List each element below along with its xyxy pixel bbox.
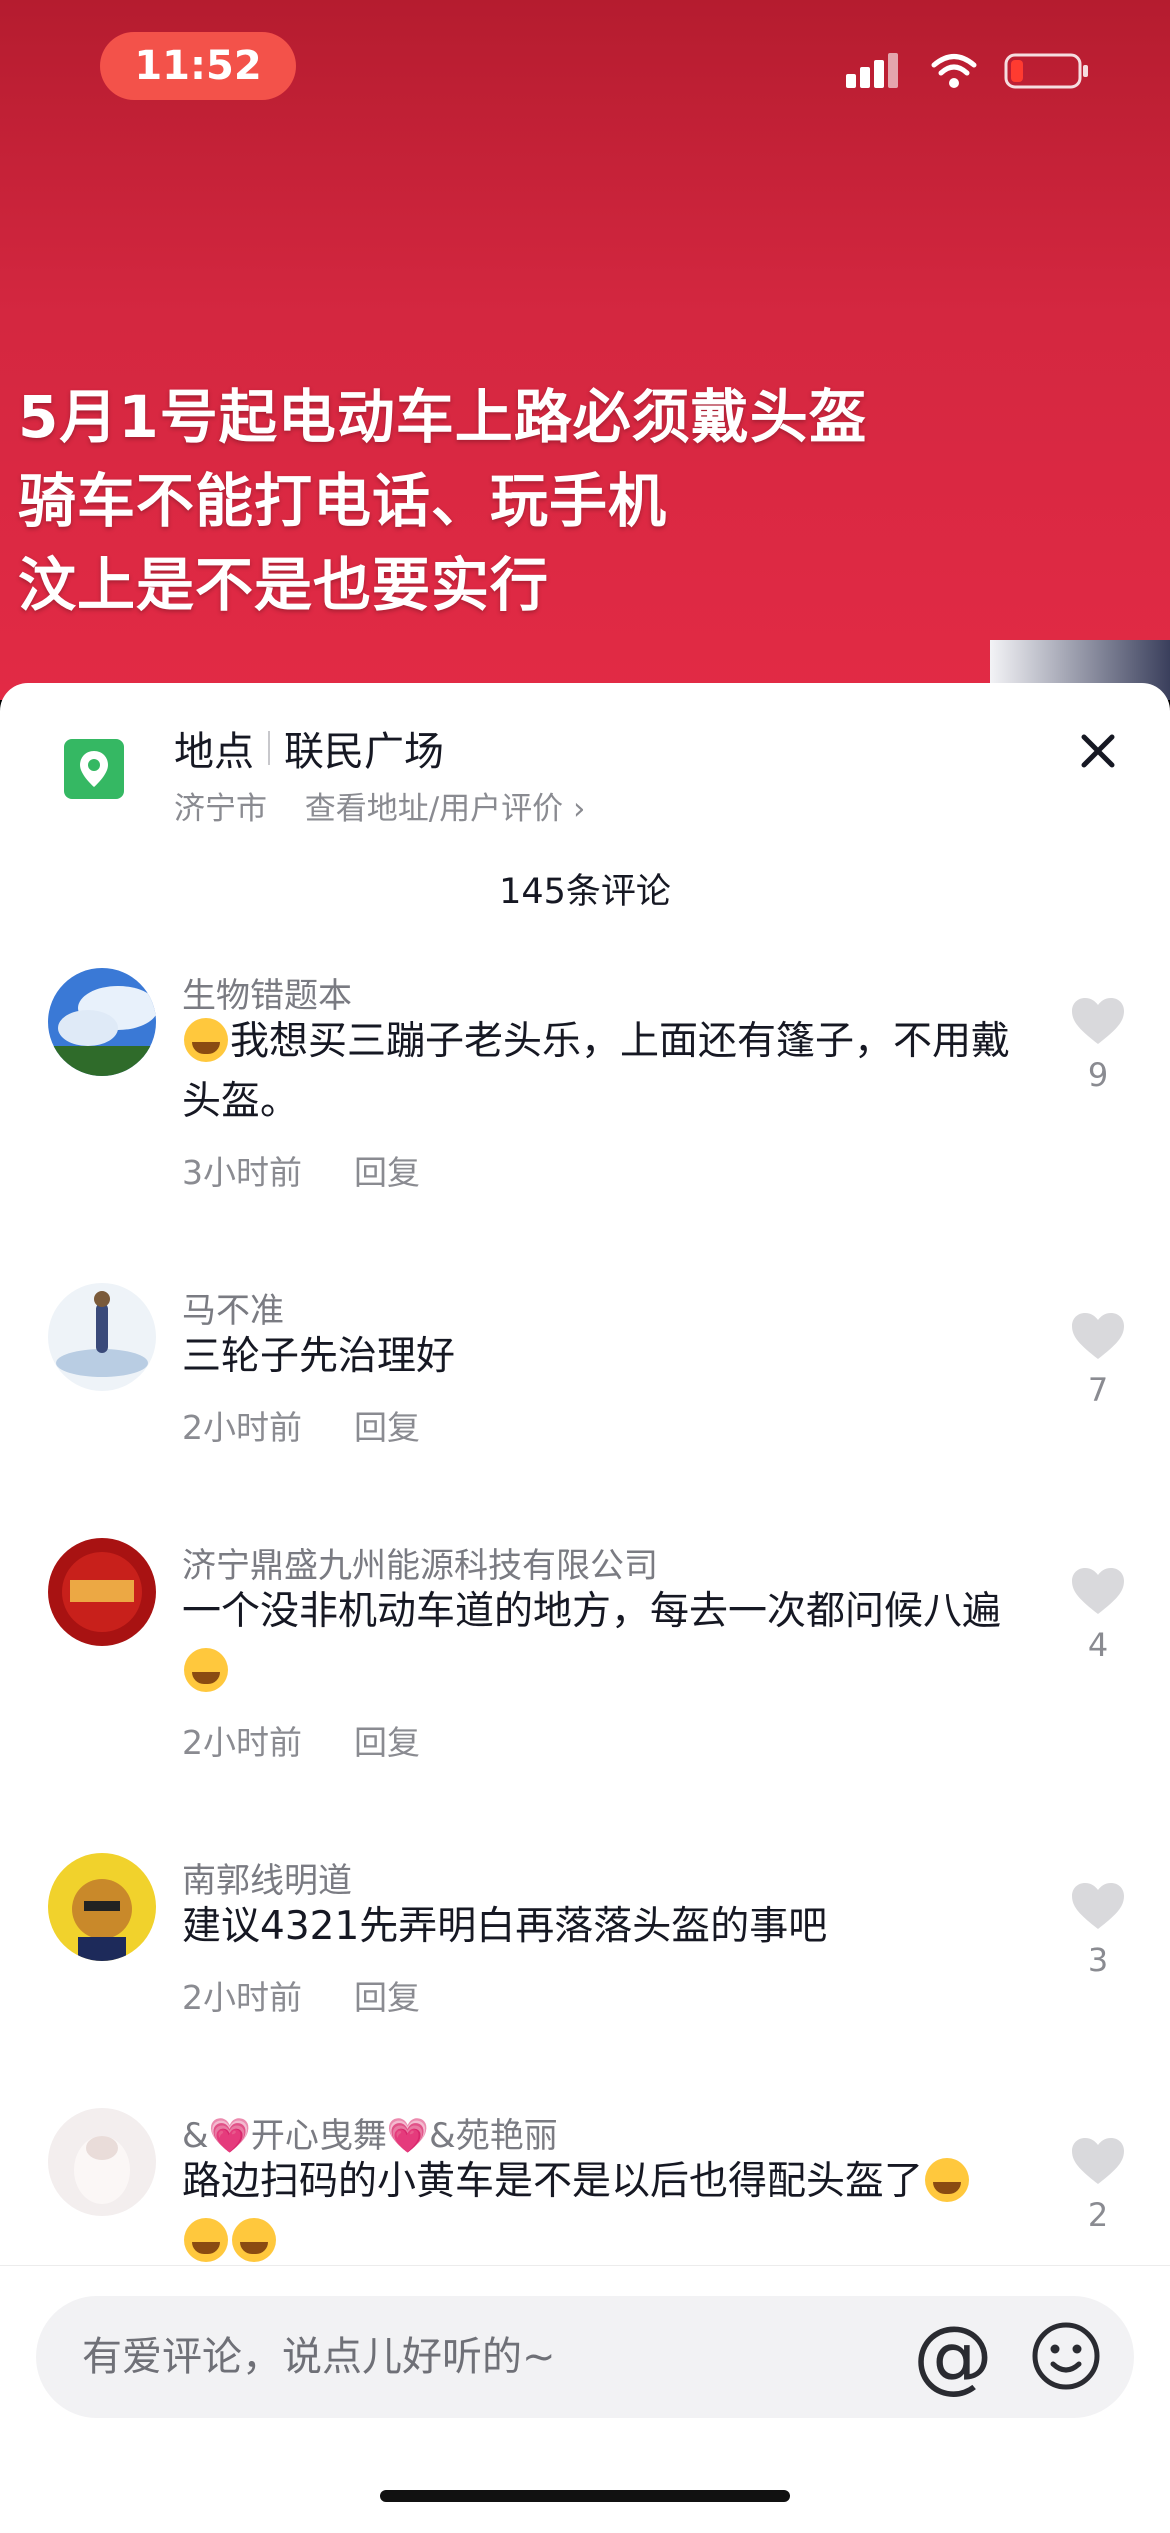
comment-time: 3小时前 xyxy=(182,1153,302,1192)
battery-icon xyxy=(1004,53,1088,89)
comment-input[interactable]: 有爱评论，说点儿好听的~ @ xyxy=(36,2296,1134,2418)
avatar[interactable] xyxy=(48,1853,156,1961)
comment-text: 三轮子先治理好 xyxy=(182,1334,456,1379)
like-button[interactable]: 4 xyxy=(1068,1566,1128,1664)
comment-author[interactable]: 生物错题本 xyxy=(182,968,352,1017)
comment-text: 路边扫码的小黄车是不是以后也得配头盔了 xyxy=(182,2152,1012,2268)
comment-time: 2小时前 xyxy=(182,1408,302,1447)
video-headline: 5月1号起电动车上路必须戴头盔 骑车不能打电话、玩手机 汶上是不是也要实行 xyxy=(18,383,868,619)
wifi-icon xyxy=(931,54,977,88)
location-divider xyxy=(268,731,270,765)
like-count: 9 xyxy=(1087,1056,1109,1094)
video-background[interactable]: 5月1号起电动车上路必须戴头盔 骑车不能打电话、玩手机 汶上是不是也要实行 xyxy=(0,0,1170,700)
avatar[interactable] xyxy=(48,1538,156,1646)
comment-time: 2小时前 xyxy=(182,1723,302,1762)
comment-item: &💗开心曳舞💗&苑艳丽 路边扫码的小黄车是不是以后也得配头盔了 2 xyxy=(0,2108,1170,2268)
like-button[interactable]: 2 xyxy=(1068,2136,1128,2234)
comment-meta: 2小时前 回复 xyxy=(182,1716,420,1764)
comment-meta: 3小时前 回复 xyxy=(182,1146,420,1194)
reply-button[interactable]: 回复 xyxy=(354,1401,420,1449)
laughing-emoji-icon xyxy=(232,2218,276,2262)
heart-icon xyxy=(1072,1568,1124,1614)
like-count: 4 xyxy=(1087,1626,1109,1664)
comment-author[interactable]: 马不准 xyxy=(182,1283,284,1332)
laughing-emoji-icon xyxy=(184,2218,228,2262)
comment-count: 145条评论 xyxy=(499,872,671,912)
home-indicator[interactable] xyxy=(380,2490,790,2502)
reply-button[interactable]: 回复 xyxy=(354,1146,420,1194)
avatar[interactable] xyxy=(48,1283,156,1391)
heart-icon xyxy=(1072,1313,1124,1359)
comment-author[interactable]: 南郭线明道 xyxy=(182,1853,352,1902)
like-count: 3 xyxy=(1087,1941,1109,1979)
comment-sheet: 地点 联民广场 济宁市 查看地址/用户评价 › 145条评论 生物错题本 我想买… xyxy=(0,683,1170,2532)
comment-text: 我想买三蹦子老头乐，上面还有篷子，不用戴头盔。 xyxy=(182,1018,1011,1124)
location-city: 济宁市 xyxy=(174,791,267,827)
comment-item: 南郭线明道 建议4321先弄明白再落落头盔的事吧 2小时前 回复 3 xyxy=(0,1853,1170,2093)
like-count: 2 xyxy=(1087,2196,1109,2234)
reply-button[interactable]: 回复 xyxy=(354,1971,420,2019)
status-time: 11:52 xyxy=(100,32,296,100)
close-icon[interactable] xyxy=(1070,723,1126,779)
comment-item: 马不准 三轮子先治理好 2小时前 回复 7 xyxy=(0,1283,1170,1523)
laughing-emoji-icon xyxy=(925,2158,970,2202)
avatar[interactable] xyxy=(48,2108,156,2216)
location-label: 地点 xyxy=(174,729,254,775)
at-icon[interactable]: @ xyxy=(906,2310,1000,2404)
location-title[interactable]: 地点 联民广场 xyxy=(174,719,444,777)
location-pin-icon[interactable] xyxy=(64,739,124,799)
like-button[interactable]: 9 xyxy=(1068,996,1128,1094)
like-button[interactable]: 3 xyxy=(1068,1881,1128,1979)
laughing-emoji-icon xyxy=(184,1648,228,1692)
status-icons xyxy=(846,52,1090,90)
comment-meta: 2小时前 回复 xyxy=(182,1971,420,2019)
avatar[interactable] xyxy=(48,968,156,1076)
comment-meta: 2小时前 回复 xyxy=(182,1401,420,1449)
comment-item: 济宁鼎盛九州能源科技有限公司 一个没非机动车道的地方，每去一次都问候八遍 2小时… xyxy=(0,1538,1170,1838)
heart-icon xyxy=(1072,998,1124,1044)
comment-input-placeholder: 有爱评论，说点儿好听的~ xyxy=(82,2334,556,2380)
comment-time: 2小时前 xyxy=(182,1978,302,2017)
heart-icon xyxy=(1072,1883,1124,1929)
signal-icon xyxy=(846,53,898,88)
location-place: 联民广场 xyxy=(284,729,444,775)
like-count: 7 xyxy=(1087,1371,1109,1409)
comment-author[interactable]: &💗开心曳舞💗&苑艳丽 xyxy=(182,2108,558,2157)
like-button[interactable]: 7 xyxy=(1068,1311,1128,1409)
emoji-icon[interactable] xyxy=(1026,2316,1106,2396)
reply-button[interactable]: 回复 xyxy=(354,1716,420,1764)
comment-text: 建议4321先弄明白再落落头盔的事吧 xyxy=(182,1904,828,1949)
location-subtitle[interactable]: 济宁市 查看地址/用户评价 › xyxy=(174,783,585,828)
location-link[interactable]: 查看地址/用户评价 › xyxy=(305,791,586,827)
laughing-emoji-icon xyxy=(184,1018,228,1062)
comment-text: 一个没非机动车道的地方，每去一次都问候八遍 xyxy=(182,1582,1012,1702)
comment-author[interactable]: 济宁鼎盛九州能源科技有限公司 xyxy=(182,1538,658,1587)
comment-item: 生物错题本 我想买三蹦子老头乐，上面还有篷子，不用戴头盔。 3小时前 回复 9 xyxy=(0,968,1170,1268)
heart-icon xyxy=(1072,2138,1124,2184)
